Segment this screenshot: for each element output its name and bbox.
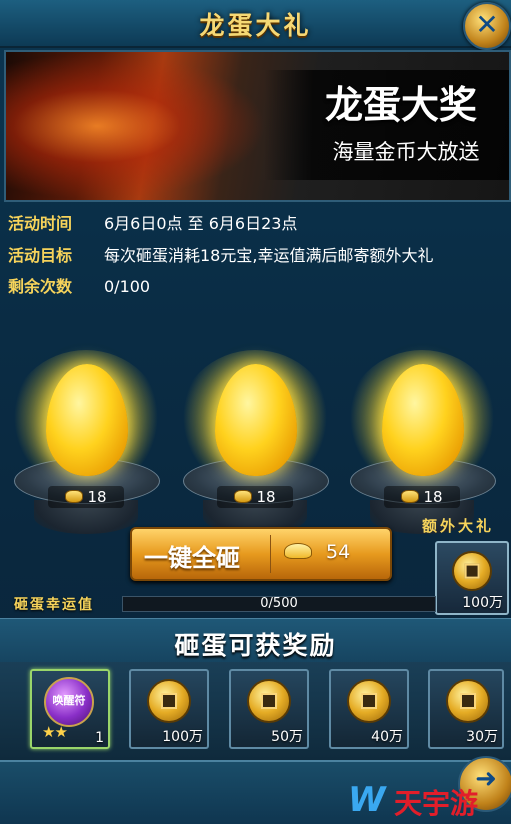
reward-item-card[interactable]: 唤醒符 ★★ 1 xyxy=(30,669,110,749)
info-value: 0/100 xyxy=(104,277,151,296)
info-label: 活动目标 xyxy=(8,246,73,265)
smash-all-cost: 54 xyxy=(284,541,350,563)
egg-cost-value: 18 xyxy=(87,488,107,506)
gold-coin-icon xyxy=(347,679,391,723)
awaken-card-icon: 唤醒符 xyxy=(44,677,94,727)
info-value: 6月6日0点 至 6月6日23点 xyxy=(104,214,298,233)
egg-cost: 18 xyxy=(384,486,460,508)
ingot-icon xyxy=(284,543,312,559)
close-button[interactable]: ✕ xyxy=(463,2,511,50)
extra-gift-label: 额外大礼 xyxy=(422,517,495,535)
watermark-logo-icon: W xyxy=(348,780,386,820)
reward-amount: 40万 xyxy=(371,729,403,745)
event-banner: 龙蛋大奖 海量金币大放送 xyxy=(4,50,511,202)
reward-item-coin[interactable]: 100万 xyxy=(129,669,209,749)
reward-amount: 100万 xyxy=(162,729,203,745)
close-x-icon: ✕ xyxy=(475,8,499,41)
reward-item-coin[interactable]: 30万 xyxy=(428,669,504,749)
reward-count: 1 xyxy=(95,730,104,746)
ingot-icon xyxy=(234,490,253,503)
gold-coin-icon xyxy=(452,551,492,591)
gold-coin-icon xyxy=(247,679,291,723)
divider xyxy=(270,535,271,573)
card-label: 唤醒符 xyxy=(52,694,86,707)
watermark: W 天宇游 xyxy=(348,780,508,820)
reward-amount: 50万 xyxy=(271,729,303,745)
egg-cost: 18 xyxy=(217,486,293,508)
extra-gift-amount: 100万 xyxy=(462,595,503,611)
luck-progress-bar: 0/500 xyxy=(122,596,436,612)
popup-window: 龙蛋大礼 ✕ 龙蛋大奖 海量金币大放送 活动时间 6月6日0点 至 6月6日23点… xyxy=(0,0,511,824)
luck-label: 砸蛋幸运值 xyxy=(14,597,94,613)
banner-subtitle: 海量金币大放送 xyxy=(332,140,480,164)
extra-gift-slot[interactable]: 100万 xyxy=(435,541,509,615)
info-value: 每次砸蛋消耗18元宝,幸运值满后邮寄额外大礼 xyxy=(104,246,434,265)
ingot-icon xyxy=(401,490,420,503)
egg-cost-value: 18 xyxy=(256,488,276,506)
gold-coin-icon xyxy=(446,679,490,723)
title-bar: 龙蛋大礼 xyxy=(0,0,511,48)
star-rating: ★★ xyxy=(42,723,68,741)
reward-item-coin[interactable]: 40万 xyxy=(329,669,409,749)
smash-all-button[interactable]: 一键全砸 54 xyxy=(130,527,392,581)
egg-cost: 18 xyxy=(48,486,124,508)
ingot-icon xyxy=(65,490,84,503)
info-row-remaining: 剩余次数 0/100 xyxy=(8,273,150,297)
egg-2[interactable]: 18 xyxy=(177,350,333,540)
info-label: 剩余次数 xyxy=(8,277,73,296)
dragon-artwork xyxy=(6,52,266,200)
gold-coin-icon xyxy=(147,679,191,723)
egg-1[interactable]: 18 xyxy=(8,350,164,540)
reward-amount: 30万 xyxy=(466,729,498,745)
luck-progress-text: 0/500 xyxy=(260,596,298,611)
watermark-brand: 天宇游 xyxy=(394,787,479,820)
reward-item-coin[interactable]: 50万 xyxy=(229,669,309,749)
banner-title: 龙蛋大奖 xyxy=(324,83,477,127)
rewards-title: 砸蛋可获奖励 xyxy=(174,631,337,660)
smash-all-label: 一键全砸 xyxy=(144,544,240,572)
smash-all-cost-value: 54 xyxy=(326,541,351,563)
info-row-time: 活动时间 6月6日0点 至 6月6日23点 xyxy=(8,210,297,234)
info-row-goal: 活动目标 每次砸蛋消耗18元宝,幸运值满后邮寄额外大礼 xyxy=(8,242,433,266)
egg-cost-value: 18 xyxy=(423,488,443,506)
info-label: 活动时间 xyxy=(8,214,73,233)
rewards-header: 砸蛋可获奖励 xyxy=(0,618,511,664)
page-title: 龙蛋大礼 xyxy=(199,11,312,40)
egg-3[interactable]: 18 xyxy=(344,350,500,540)
